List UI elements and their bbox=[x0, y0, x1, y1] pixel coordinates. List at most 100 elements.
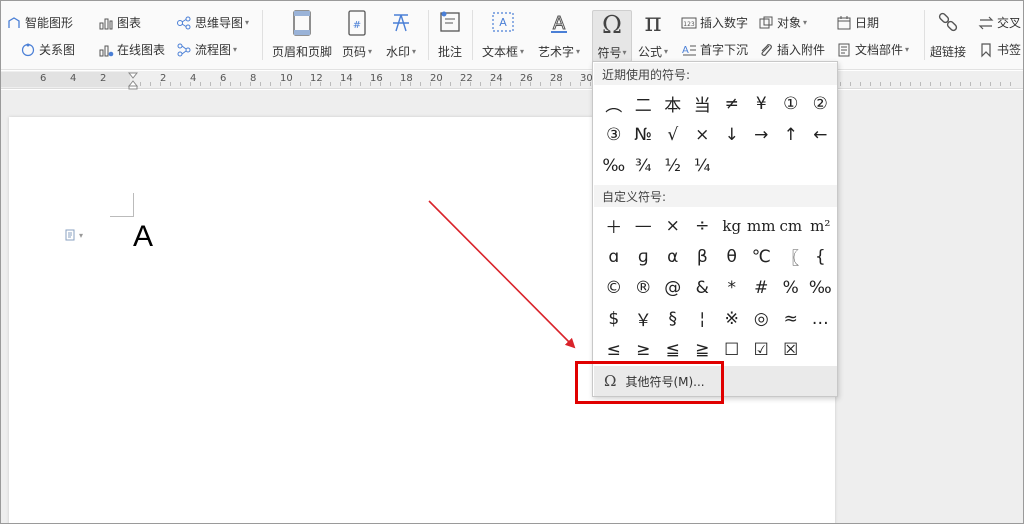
symbol-cell[interactable]: ① bbox=[776, 88, 806, 119]
symbol-cell[interactable]: ︵ bbox=[599, 88, 629, 119]
flowchart-button[interactable]: 流程图 ▾ bbox=[176, 41, 237, 58]
symbol-cell[interactable]: ← bbox=[806, 119, 836, 150]
symbol-cell[interactable]: ↑ bbox=[776, 119, 806, 150]
symbol-cell[interactable]: ¾ bbox=[629, 150, 659, 181]
header-footer-button[interactable]: 页眉和页脚 bbox=[272, 8, 332, 60]
symbol-cell[interactable]: ※ bbox=[717, 303, 747, 334]
symbol-cell[interactable]: ☑ bbox=[747, 334, 777, 365]
symbol-cell[interactable]: ® bbox=[629, 272, 659, 303]
symbol-cell[interactable]: 当 bbox=[688, 88, 718, 119]
watermark-button[interactable]: 水印 ▾ bbox=[386, 8, 416, 60]
symbol-cell[interactable]: ≈ bbox=[776, 303, 806, 334]
symbol-cell[interactable]: — bbox=[629, 210, 659, 241]
symbol-cell[interactable]: ¥ bbox=[747, 88, 777, 119]
symbol-cell[interactable]: β bbox=[688, 241, 718, 272]
ruler-number: 2 bbox=[160, 73, 167, 84]
symbol-cell[interactable]: ɑ bbox=[599, 241, 629, 272]
symbol-cell[interactable]: $ bbox=[599, 303, 629, 334]
cross-ref-button[interactable]: 交叉 bbox=[978, 14, 1021, 31]
relation-button[interactable]: 关系图 bbox=[20, 41, 75, 58]
symbol-cell[interactable]: & bbox=[688, 272, 718, 303]
symbol-cell[interactable]: ÷ bbox=[688, 210, 718, 241]
word-art-button[interactable]: A 艺术字 ▾ bbox=[538, 8, 580, 60]
paragraph-handle[interactable]: ▾ bbox=[64, 229, 83, 241]
insert-number-button[interactable]: 123 插入数字 bbox=[681, 14, 748, 31]
symbol-cell[interactable]: © bbox=[599, 272, 629, 303]
symbol-cell[interactable]: θ bbox=[717, 241, 747, 272]
comment-button[interactable]: 批注 bbox=[437, 8, 463, 60]
symbol-cell[interactable]: 本 bbox=[658, 88, 688, 119]
symbol-cell[interactable]: ‰ bbox=[599, 150, 629, 181]
symbol-cell[interactable]: ℃ bbox=[747, 241, 777, 272]
symbol-cell[interactable]: № bbox=[629, 119, 659, 150]
symbol-cell[interactable]: kg bbox=[717, 210, 747, 241]
symbol-cell[interactable]: ◎ bbox=[747, 303, 777, 334]
formula-button[interactable]: π 公式 ▾ bbox=[638, 8, 668, 60]
drop-cap-button[interactable]: A 首字下沉 bbox=[681, 41, 748, 58]
hyperlink-button[interactable]: 超链接 bbox=[930, 8, 966, 60]
symbol-cell[interactable]: { bbox=[806, 241, 836, 272]
symbol-cell[interactable]: 二 bbox=[629, 88, 659, 119]
doc-parts-button[interactable]: 文档部件 ▾ bbox=[836, 41, 909, 58]
object-label: 对象 bbox=[777, 16, 802, 30]
symbol-cell[interactable]: 〖 bbox=[776, 241, 806, 272]
symbol-cell[interactable]: ≥ bbox=[629, 334, 659, 365]
ruler-number: 14 bbox=[340, 73, 353, 84]
mind-map-button[interactable]: 思维导图 ▾ bbox=[176, 14, 249, 31]
symbol-cell[interactable]: … bbox=[806, 303, 836, 334]
online-chart-button[interactable]: 在线图表 bbox=[98, 41, 165, 58]
page-number-label: 页码 bbox=[342, 45, 367, 59]
symbol-cell[interactable]: α bbox=[658, 241, 688, 272]
header-footer-label: 页眉和页脚 bbox=[272, 45, 333, 59]
symbol-cell[interactable]: → bbox=[747, 119, 777, 150]
symbol-cell[interactable]: ≤ bbox=[599, 334, 629, 365]
ruler-number: 4 bbox=[70, 73, 77, 84]
chart-button[interactable]: 图表 bbox=[98, 14, 141, 31]
symbol-cell[interactable]: # bbox=[747, 272, 777, 303]
symbol-cell[interactable]: × bbox=[688, 119, 718, 150]
ruler-number: 8 bbox=[250, 73, 257, 84]
symbol-cell[interactable]: ≧ bbox=[688, 334, 718, 365]
symbol-cell[interactable]: ③ bbox=[599, 119, 629, 150]
symbol-cell[interactable]: mm bbox=[747, 210, 777, 241]
symbol-cell[interactable]: @ bbox=[658, 272, 688, 303]
attachment-button[interactable]: 插入附件 bbox=[758, 41, 825, 58]
symbol-cell[interactable]: ½ bbox=[658, 150, 688, 181]
hyperlink-label: 超链接 bbox=[930, 45, 967, 59]
symbol-cell[interactable]: ≦ bbox=[658, 334, 688, 365]
symbol-cell[interactable]: ɡ bbox=[629, 241, 659, 272]
symbol-cell[interactable]: ≠ bbox=[717, 88, 747, 119]
text-box-icon: A bbox=[490, 8, 516, 38]
mind-map-label: 思维导图 bbox=[195, 16, 244, 30]
more-symbols-item[interactable]: Ω 其他符号(M)... bbox=[594, 366, 837, 396]
comment-icon bbox=[437, 8, 463, 38]
document-text[interactable]: A bbox=[133, 220, 153, 254]
text-box-button[interactable]: A 文本框 ▾ bbox=[482, 8, 524, 60]
object-button[interactable]: 对象 ▾ bbox=[758, 14, 807, 31]
symbol-cell[interactable]: ↓ bbox=[717, 119, 747, 150]
symbol-cell[interactable]: * bbox=[717, 272, 747, 303]
symbol-cell[interactable]: × bbox=[658, 210, 688, 241]
omega-icon: Ω bbox=[604, 372, 617, 390]
symbol-cell[interactable]: ＋ bbox=[599, 210, 629, 241]
symbol-cell[interactable]: ☐ bbox=[717, 334, 747, 365]
symbol-cell[interactable]: ☒ bbox=[776, 334, 806, 365]
word-art-label: 艺术字 bbox=[538, 45, 575, 59]
symbol-cell[interactable]: ￥ bbox=[629, 303, 659, 334]
page-number-button[interactable]: # 页码 ▾ bbox=[342, 8, 372, 60]
date-button[interactable]: 日期 bbox=[836, 14, 879, 31]
symbol-cell[interactable]: cm bbox=[776, 210, 806, 241]
symbol-cell[interactable]: ¼ bbox=[688, 150, 718, 181]
symbol-cell[interactable]: m² bbox=[806, 210, 836, 241]
symbol-cell[interactable]: % bbox=[776, 272, 806, 303]
chart-icon bbox=[98, 15, 114, 31]
symbol-button[interactable]: Ω 符号 ▾ bbox=[592, 10, 632, 62]
bookmark-button[interactable]: 书签 bbox=[978, 41, 1021, 58]
indent-marker[interactable] bbox=[127, 72, 139, 90]
symbol-cell[interactable]: √ bbox=[658, 119, 688, 150]
symbol-cell[interactable]: ② bbox=[806, 88, 836, 119]
symbol-cell[interactable]: § bbox=[658, 303, 688, 334]
symbol-cell[interactable]: ¦ bbox=[688, 303, 718, 334]
symbol-cell[interactable]: ‰ bbox=[806, 272, 836, 303]
smart-art-button[interactable]: 智能图形 bbox=[6, 14, 73, 31]
